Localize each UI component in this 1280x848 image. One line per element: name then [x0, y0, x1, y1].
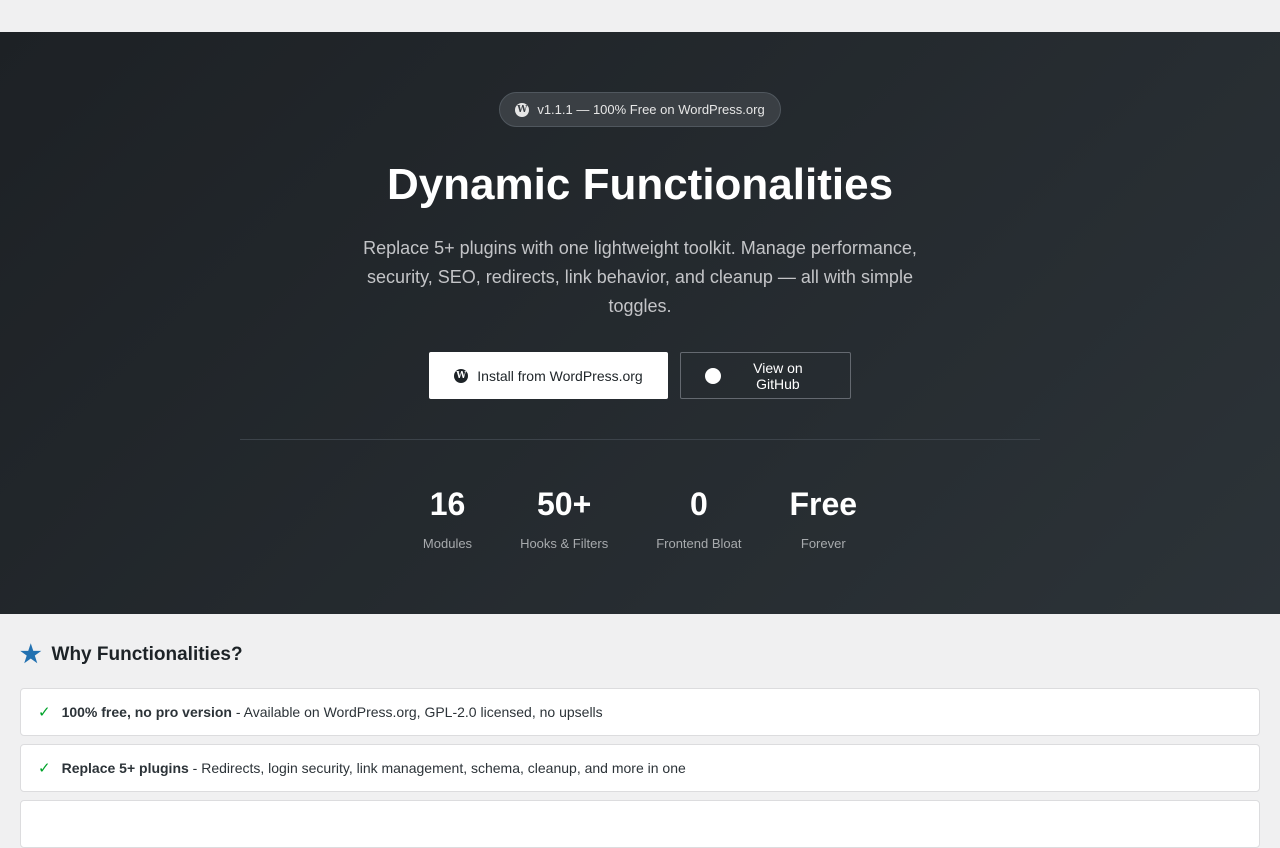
- hero-subtitle: Replace 5+ plugins with one lightweight …: [363, 238, 917, 316]
- check-icon: ✓: [38, 704, 51, 721]
- list-item: ✓ 100% free, no pro version - Available o…: [20, 688, 1260, 736]
- divider: [240, 439, 1040, 440]
- stat-value: 16: [429, 486, 466, 522]
- stat-label: Frontend Bloat: [656, 536, 742, 551]
- stat-value: 0: [689, 486, 708, 522]
- wordpress-icon: W: [454, 368, 469, 383]
- github-icon: [705, 367, 721, 384]
- check-icon: ✓: [38, 760, 51, 777]
- stat-hooks: 50+ Hooks & Filters: [520, 486, 608, 551]
- list-item: ✓ Replace 5+ plugins - Redirects, login s…: [20, 744, 1260, 792]
- stat-value: 50+: [536, 486, 592, 522]
- stat-label: Forever: [800, 536, 846, 551]
- star-icon: ★: [20, 641, 42, 668]
- why-title: Why Functionalities?: [51, 643, 243, 665]
- page-title: Dynamic Functionalities: [386, 160, 894, 209]
- top-bar: [0, 0, 1280, 32]
- stat-value: Free: [789, 486, 858, 522]
- badge-text: v1.1.1 — 100% Free on WordPress.org: [537, 102, 765, 117]
- item-text: - Available on WordPress.org, GPL-2.0 li…: [231, 704, 603, 720]
- github-label: View on GitHub: [753, 359, 803, 392]
- stat-label: Hooks & Filters: [520, 536, 609, 551]
- stat-free: Free Forever: [789, 486, 857, 551]
- wordpress-icon: W: [515, 102, 530, 117]
- why-section: ★ Why Functionalities? ✓ 100% free, no pro…: [0, 614, 1280, 848]
- stats: 16 Modules 50+ Hooks & Filters 0 Frontend B…: [0, 486, 1280, 551]
- list-item: [20, 800, 1260, 848]
- github-button[interactable]: View on GitHub: [680, 352, 851, 399]
- hero-section: Wv1.1.1 — 100% Free on WordPress.org Dyn…: [0, 32, 1280, 614]
- item-text: - Redirects, login security, link manage…: [188, 760, 686, 776]
- stat-bloat: 0 Frontend Bloat: [656, 486, 741, 551]
- stat-modules: 16 Modules: [423, 486, 472, 551]
- version-badge: Wv1.1.1 — 100% Free on WordPress.org: [499, 92, 781, 127]
- item-bold: 100% free, no pro version: [61, 704, 232, 720]
- item-bold: Replace 5+ plugins: [61, 760, 189, 776]
- stat-label: Modules: [422, 536, 473, 551]
- install-button[interactable]: W Install from WordPress.org: [429, 352, 668, 399]
- why-heading: ★ Why Functionalities?: [20, 640, 1260, 669]
- install-label: Install from WordPress.org: [477, 367, 643, 384]
